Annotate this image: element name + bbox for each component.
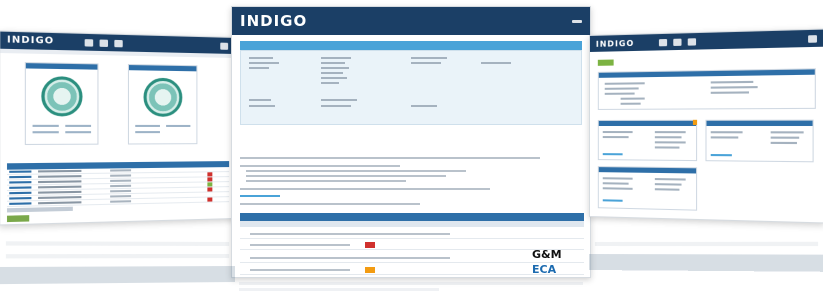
- view-report-link[interactable]: [240, 195, 280, 197]
- property-details-box: [597, 68, 816, 110]
- dashboard-screenshot: INDIGO: [0, 30, 235, 226]
- survey-details-title-bar: [240, 41, 582, 50]
- home-icon[interactable]: [658, 38, 667, 46]
- right-reflection: [589, 218, 823, 272]
- intro-text: [246, 170, 466, 172]
- intro-text: [240, 188, 490, 190]
- properties-icon[interactable]: [672, 38, 682, 46]
- app-logo: INDIGO: [7, 34, 55, 47]
- app-logo: INDIGO: [240, 12, 308, 30]
- properties-icon[interactable]: [99, 38, 108, 47]
- nav-icons: [658, 37, 696, 46]
- widget-title-bar: [25, 63, 98, 70]
- donut-chart: [41, 76, 83, 117]
- requirements-bar: [240, 213, 584, 221]
- intro-text: [240, 203, 420, 205]
- legend-item: [65, 124, 92, 127]
- nav-icons: [84, 38, 123, 47]
- app-logo: INDIGO: [595, 38, 635, 49]
- back-button[interactable]: [597, 59, 614, 66]
- compliance-widget: [24, 62, 99, 146]
- marketing-composite: INDIGO INDIGO G&M ECA INDIGO: [0, 0, 823, 298]
- home-icon[interactable]: [84, 38, 93, 47]
- inspections-box: [705, 119, 814, 163]
- intro-text: [246, 175, 446, 177]
- center-reflection: [231, 280, 591, 298]
- surveys-box: [597, 119, 698, 162]
- legend-item: [32, 131, 59, 134]
- legend-item: [135, 124, 160, 127]
- user-icon[interactable]: [220, 42, 229, 50]
- alert-tab: [692, 119, 698, 125]
- logout-link[interactable]: [572, 19, 582, 23]
- legend-item: [32, 124, 59, 127]
- survey-details-panel: [240, 50, 582, 125]
- repairs-box: [597, 166, 698, 211]
- requirement-row[interactable]: [240, 229, 584, 239]
- tasks-icon[interactable]: [687, 37, 696, 46]
- widget-title-bar: [128, 65, 197, 72]
- legend-item: [166, 124, 191, 127]
- status-widget: [127, 63, 198, 145]
- property-detail-screenshot: INDIGO: [589, 28, 823, 224]
- pagination[interactable]: [7, 206, 73, 213]
- app-header: INDIGO: [232, 7, 590, 35]
- survey-table: [7, 156, 230, 208]
- legend-item: [65, 131, 92, 134]
- legend-item: [135, 131, 160, 134]
- requirements-header: [240, 221, 584, 227]
- app-header: INDIGO: [589, 29, 823, 52]
- intro-text: [240, 157, 540, 159]
- donut-chart: [143, 77, 183, 117]
- survey-detail-screenshot: INDIGO G&M ECA: [231, 6, 591, 278]
- brand-logo: G&M: [532, 248, 562, 261]
- left-reflection: [0, 220, 235, 285]
- intro-text: [240, 165, 400, 167]
- user-icon[interactable]: [808, 34, 817, 43]
- brand-logo: ECA: [532, 263, 557, 276]
- tasks-icon[interactable]: [114, 39, 123, 47]
- intro-text: [246, 180, 406, 182]
